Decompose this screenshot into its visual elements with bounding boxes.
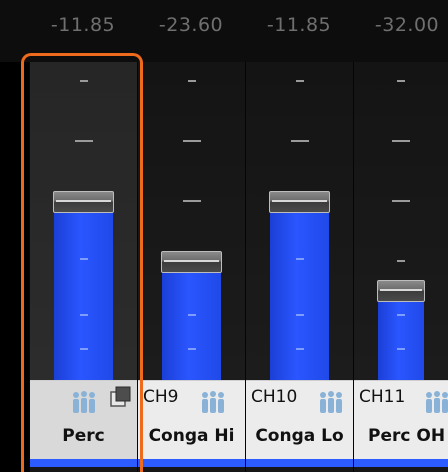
channel-color-bar — [30, 459, 137, 467]
people-group-icon — [426, 391, 448, 413]
fader-knob[interactable] — [53, 190, 114, 213]
scale-tick — [295, 258, 304, 260]
scale-tick — [397, 80, 405, 82]
scale-tick — [187, 348, 196, 350]
fader-level-fill — [378, 301, 424, 380]
fader-knob[interactable] — [377, 279, 425, 302]
copy-square-icon[interactable] — [110, 386, 132, 408]
scale-tick — [295, 80, 304, 82]
channel-color-bar — [138, 459, 245, 467]
level-readout-1: -11.85 — [50, 14, 116, 36]
channel-number: CH11 — [359, 387, 406, 407]
channel-strip-ch9[interactable]: CH9 Conga Hi — [137, 62, 245, 472]
scale-tick — [182, 200, 201, 202]
channel-name: Conga Hi — [148, 426, 235, 446]
scale-tick — [392, 200, 410, 202]
people-group-icon — [320, 391, 342, 413]
scale-tick — [397, 260, 405, 262]
scale-tick — [295, 314, 304, 316]
channel-number: CH9 — [143, 387, 179, 407]
fader-track[interactable] — [138, 62, 245, 380]
scale-tick — [79, 314, 88, 316]
fader-level-fill — [162, 273, 221, 380]
scale-tick — [79, 348, 88, 350]
channel-color-bar — [246, 459, 353, 467]
scale-tick — [295, 348, 304, 350]
people-group-icon — [73, 391, 95, 413]
fader-knob[interactable] — [269, 190, 330, 213]
channel-label-ch11[interactable]: CH11 Perc OH — [354, 380, 448, 467]
channel-name: Conga Lo — [255, 426, 344, 446]
people-group-icon — [202, 391, 224, 413]
channel-strip-ch11[interactable]: CH11 Perc OH — [353, 62, 448, 472]
scale-tick — [187, 80, 196, 82]
channel-name: Perc OH — [368, 426, 446, 446]
channel-label-ch10[interactable]: CH10 Conga Lo — [246, 380, 353, 467]
fader-track[interactable] — [246, 62, 353, 380]
fader-track[interactable] — [30, 62, 137, 380]
fader-level-fill — [54, 212, 113, 380]
fader-track[interactable] — [354, 62, 448, 380]
channel-color-bar — [354, 459, 448, 467]
scale-tick — [397, 348, 405, 350]
scale-tick — [397, 314, 405, 316]
level-readout-3: -11.85 — [266, 14, 332, 36]
channel-strip-perc[interactable]: Perc — [29, 62, 137, 472]
level-readout-4: -32.00 — [374, 14, 440, 36]
channel-name: Perc — [62, 426, 105, 446]
fader-knob[interactable] — [161, 251, 222, 274]
level-readout-2: -23.60 — [158, 14, 224, 36]
scale-tick — [392, 140, 410, 142]
scale-tick — [290, 140, 309, 142]
scale-tick — [182, 140, 201, 142]
scale-tick — [79, 258, 88, 260]
scale-tick — [79, 80, 88, 82]
scale-tick — [187, 314, 196, 316]
channel-strip-ch10[interactable]: CH10 Conga Lo — [245, 62, 353, 472]
level-readout-bar: -11.85 -23.60 -11.85 -32.00 — [0, 0, 448, 62]
channel-number: CH10 — [251, 387, 298, 407]
channel-label-ch9[interactable]: CH9 Conga Hi — [138, 380, 245, 467]
fader-level-fill — [270, 200, 329, 380]
scale-tick — [74, 140, 93, 142]
